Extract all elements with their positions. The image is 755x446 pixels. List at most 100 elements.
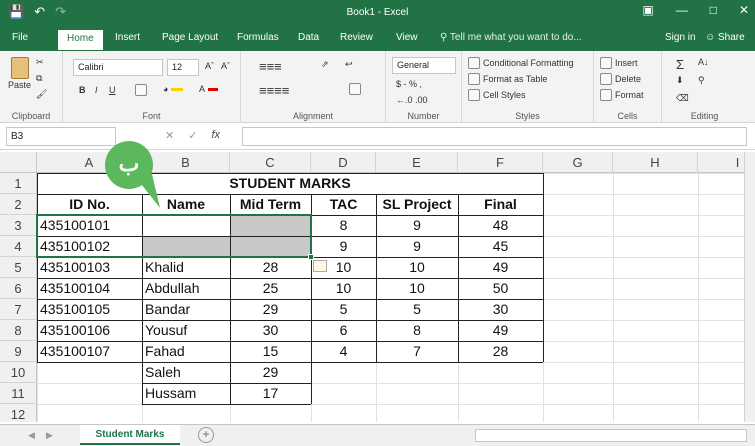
cell-f9[interactable]: 28 (458, 341, 543, 362)
find-select-icon[interactable]: ⚲ (698, 75, 705, 86)
cell-d11[interactable] (311, 383, 376, 404)
format-as-table-button[interactable]: Format as Table (468, 73, 547, 85)
italic-button[interactable]: I (95, 85, 98, 95)
conditional-formatting-button[interactable]: Conditional Formatting (468, 57, 574, 69)
cell-d8[interactable]: 6 (311, 320, 376, 341)
cell-c11[interactable]: 17 (230, 383, 311, 404)
cell-c5[interactable]: 28 (230, 257, 311, 278)
vertical-scrollbar[interactable] (744, 152, 755, 422)
cell-b6[interactable]: Abdullah (142, 278, 230, 299)
cell-e9[interactable]: 7 (376, 341, 458, 362)
tab-data[interactable]: Data (298, 32, 319, 43)
cell-e8[interactable]: 8 (376, 320, 458, 341)
paste-button[interactable]: Paste (8, 57, 31, 90)
shrink-font-icon[interactable]: Aˇ (221, 61, 230, 71)
cell-b9[interactable]: Fahad (142, 341, 230, 362)
cell-d7[interactable]: 5 (311, 299, 376, 320)
cell-b8[interactable]: Yousuf (142, 320, 230, 341)
sort-filter-icon[interactable]: A↓ (698, 57, 709, 67)
cell-d3[interactable]: 8 (311, 215, 376, 236)
font-color-icon[interactable]: A (199, 84, 219, 94)
column-label-final[interactable]: Final (458, 194, 543, 215)
cell-f8[interactable]: 49 (458, 320, 543, 341)
decimal-icon[interactable]: ←.0 .00 (396, 95, 428, 105)
number-format-select[interactable]: General (392, 57, 456, 74)
cell-f7[interactable]: 30 (458, 299, 543, 320)
function-icon[interactable]: fx (211, 129, 220, 142)
cell-c10[interactable]: 29 (230, 362, 311, 383)
column-header-f[interactable]: F (458, 152, 543, 173)
cell-d9[interactable]: 4 (311, 341, 376, 362)
insert-cells-button[interactable]: Insert (600, 57, 638, 69)
row-header-1[interactable]: 1 (0, 173, 37, 194)
add-sheet-button[interactable]: + (198, 427, 214, 443)
cell-a11[interactable] (37, 383, 142, 404)
tell-me-box[interactable]: ⚲ Tell me what you want to do... (440, 32, 582, 43)
cell-e6[interactable]: 10 (376, 278, 458, 299)
cell-a6[interactable]: 435100104 (37, 278, 142, 299)
close-icon[interactable]: ✕ (739, 3, 749, 17)
cell-f6[interactable]: 50 (458, 278, 543, 299)
cell-f10[interactable] (458, 362, 543, 383)
cell-b11[interactable]: Hussam (142, 383, 230, 404)
minimize-icon[interactable]: — (676, 3, 688, 17)
maximize-icon[interactable]: □ (710, 3, 717, 17)
cell-b5[interactable]: Khalid (142, 257, 230, 278)
cell-d4[interactable]: 9 (311, 236, 376, 257)
cell-c6[interactable]: 25 (230, 278, 311, 299)
select-all-corner[interactable] (0, 152, 37, 173)
row-header-10[interactable]: 10 (0, 362, 37, 383)
row-header-9[interactable]: 9 (0, 341, 37, 362)
row-header-11[interactable]: 11 (0, 383, 37, 404)
row-header-3[interactable]: 3 (0, 215, 37, 236)
column-label-mid-term[interactable]: Mid Term (230, 194, 311, 215)
cell-f5[interactable]: 49 (458, 257, 543, 278)
worksheet-grid[interactable]: A B C D E F G H I 1 2 3 4 5 6 7 8 9 10 11 12 STUDENT MARKS ID … (0, 152, 755, 422)
enter-icon[interactable]: ✓ (188, 129, 197, 142)
cell-d10[interactable] (311, 362, 376, 383)
sheet-tab-student-marks[interactable]: Student Marks (80, 425, 180, 445)
cell-d6[interactable]: 10 (311, 278, 376, 299)
fill-icon[interactable]: ⬇ (676, 75, 684, 86)
cell-b10[interactable]: Saleh (142, 362, 230, 383)
cut-icon[interactable]: ✂ (36, 57, 44, 68)
autosum-icon[interactable]: Σ (676, 57, 684, 72)
column-label-tac[interactable]: TAC (311, 194, 376, 215)
formula-input[interactable] (242, 127, 747, 146)
column-header-h[interactable]: H (613, 152, 698, 173)
tab-view[interactable]: View (396, 32, 418, 43)
cell-e11[interactable] (376, 383, 458, 404)
paste-options-icon[interactable] (313, 260, 327, 272)
delete-cells-button[interactable]: Delete (600, 73, 641, 85)
format-cells-button[interactable]: Format (600, 89, 644, 101)
tab-file[interactable]: File (12, 32, 28, 43)
next-sheet-icon[interactable]: ▶ (46, 430, 53, 441)
cell-e4[interactable]: 9 (376, 236, 458, 257)
cell-f4[interactable]: 45 (458, 236, 543, 257)
column-header-g[interactable]: G (543, 152, 613, 173)
cell-f3[interactable]: 48 (458, 215, 543, 236)
currency-format-button[interactable]: $ - % , (396, 79, 422, 89)
align-top-icon[interactable]: ≡≡≡ (259, 59, 282, 74)
name-box[interactable]: B3 (6, 127, 116, 146)
tab-formulas[interactable]: Formulas (237, 32, 279, 43)
wrap-text-icon[interactable]: ↩ (345, 59, 353, 70)
row-header-12[interactable]: 12 (0, 404, 37, 422)
cell-c7[interactable]: 29 (230, 299, 311, 320)
orientation-icon[interactable]: ⇗ (321, 59, 329, 70)
column-header-b[interactable]: B (142, 152, 230, 173)
underline-button[interactable]: U (109, 85, 116, 95)
cell-e5[interactable]: 10 (376, 257, 458, 278)
cell-f11[interactable] (458, 383, 543, 404)
cell-a9[interactable]: 435100107 (37, 341, 142, 362)
tab-home[interactable]: Home (58, 30, 103, 50)
ribbon-display-icon[interactable]: ▣ (642, 3, 653, 17)
cell-c8[interactable]: 30 (230, 320, 311, 341)
row-header-2[interactable]: 2 (0, 194, 37, 215)
font-size-select[interactable]: 12 (167, 59, 199, 76)
fill-color-icon[interactable]: ◕ (163, 84, 184, 94)
align-left-icon[interactable]: ≡≡≡≡ (259, 83, 289, 98)
format-painter-icon[interactable]: 🖌 (36, 89, 47, 100)
cancel-icon[interactable]: ✕ (165, 129, 174, 142)
tab-insert[interactable]: Insert (115, 32, 140, 43)
